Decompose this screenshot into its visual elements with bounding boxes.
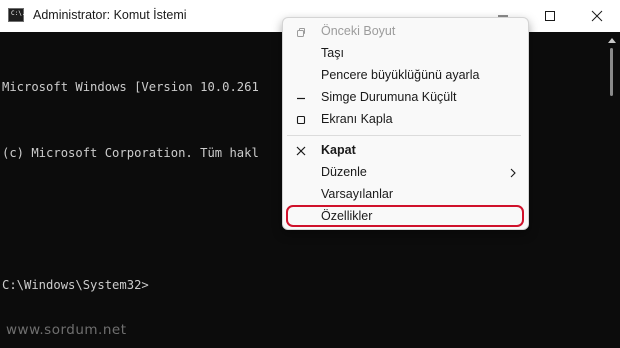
- close-icon: [591, 10, 602, 22]
- menu-separator: [287, 135, 521, 136]
- properties-highlight-box: [286, 205, 524, 227]
- maximize-icon: [544, 11, 555, 21]
- menu-item-label: Kapat: [321, 143, 356, 157]
- console-prompt: C:\Windows\System32>: [2, 278, 149, 292]
- menu-item-label: Taşı: [321, 46, 344, 60]
- chevron-right-icon: [510, 168, 516, 178]
- system-context-menu: Önceki Boyut Taşı Pencere büyüklüğünü ay…: [282, 17, 529, 230]
- menu-item-minimize[interactable]: Simge Durumuna Küçült: [287, 87, 526, 109]
- scrollbar-thumb[interactable]: [610, 48, 613, 96]
- menu-item-label: Düzenle: [321, 165, 367, 179]
- maximize-icon: [296, 115, 306, 125]
- menu-item-label: Önceki Boyut: [321, 24, 396, 38]
- app-icon-text: C:\.: [11, 10, 26, 17]
- menu-item-label: Pencere büyüklüğünü ayarla: [321, 68, 480, 82]
- close-icon: [296, 146, 306, 156]
- scroll-up-arrow-icon[interactable]: [608, 38, 616, 43]
- close-button[interactable]: [573, 0, 620, 32]
- menu-item-edit[interactable]: Düzenle: [287, 162, 526, 184]
- maximize-button[interactable]: [526, 0, 573, 32]
- menu-item-close[interactable]: Kapat: [287, 140, 526, 162]
- vertical-scrollbar[interactable]: [604, 32, 620, 348]
- window-title: Administrator: Komut İstemi: [33, 8, 187, 22]
- menu-item-maximize[interactable]: Ekranı Kapla: [287, 109, 526, 131]
- watermark: www.sordum.net: [6, 322, 127, 338]
- menu-item-label: Simge Durumuna Küçült: [321, 90, 457, 104]
- menu-item-size[interactable]: Pencere büyüklüğünü ayarla: [287, 65, 526, 87]
- restore-icon: [297, 28, 305, 37]
- menu-item-move[interactable]: Taşı: [287, 43, 526, 65]
- cmd-app-icon[interactable]: C:\.: [8, 8, 26, 22]
- minimize-icon: [297, 97, 305, 100]
- menu-item-label: Varsayılanlar: [321, 187, 394, 201]
- menu-item-defaults[interactable]: Varsayılanlar: [287, 184, 526, 206]
- menu-item-label: Ekranı Kapla: [321, 112, 393, 126]
- menu-item-restore[interactable]: Önceki Boyut: [287, 21, 526, 43]
